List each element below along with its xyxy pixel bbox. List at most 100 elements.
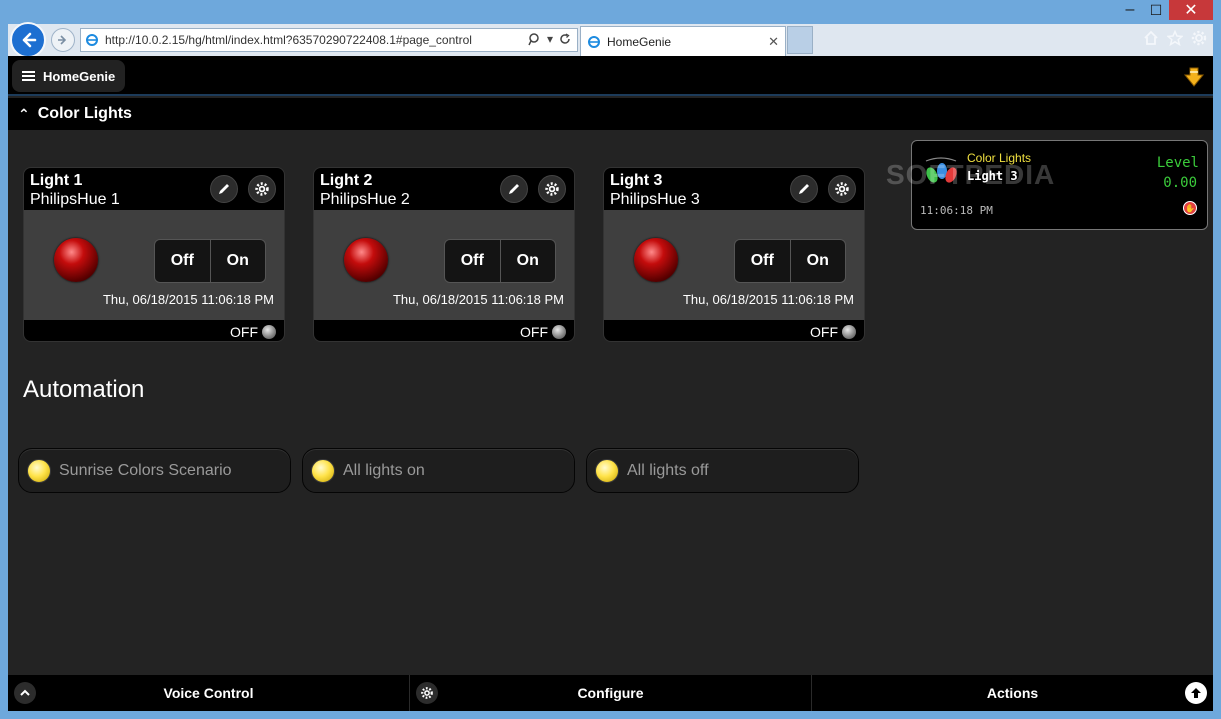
address-bar[interactable]: http://10.0.2.15/hg/html/index.html?6357… — [80, 28, 578, 52]
actions-button[interactable]: Actions — [812, 675, 1213, 711]
module-body: Off On Thu, 06/18/2015 11:06:18 PM — [604, 210, 864, 320]
maximize-icon[interactable]: ☐ — [1143, 0, 1169, 20]
edit-button[interactable] — [210, 175, 238, 203]
home-icon[interactable] — [1143, 30, 1159, 46]
new-tab-button[interactable] — [787, 26, 813, 54]
voice-control-button[interactable]: Voice Control — [8, 675, 410, 711]
configure-button[interactable]: Configure — [410, 675, 812, 711]
tab-close-icon[interactable]: ✕ — [768, 34, 779, 50]
module-card: Light 2 PhilipsHue 2 Off On Thu, 06/18/2… — [313, 167, 575, 342]
forward-button[interactable] — [51, 28, 75, 52]
ie-logo-icon — [86, 34, 98, 46]
on-button[interactable]: On — [789, 240, 845, 282]
on-off-switch: Off On — [734, 239, 846, 283]
back-button[interactable] — [10, 22, 46, 58]
on-off-switch: Off On — [444, 239, 556, 283]
ie-logo-icon — [588, 35, 600, 48]
arrow-up-icon — [1185, 682, 1207, 704]
hamburger-icon — [22, 71, 35, 81]
off-button[interactable]: Off — [735, 240, 790, 282]
configure-label: Configure — [577, 685, 644, 701]
module-footer: OFF — [24, 320, 284, 341]
browser-toolbar-icons — [1143, 30, 1207, 46]
module-timestamp: Thu, 06/18/2015 11:06:18 PM — [682, 292, 854, 307]
url-text: http://10.0.2.15/hg/html/index.html?6357… — [105, 33, 472, 47]
browser-tab[interactable]: HomeGenie ✕ — [580, 26, 786, 56]
program-label: All lights on — [343, 461, 425, 479]
module-footer: OFF — [604, 320, 864, 341]
footer-bar: Voice Control Configure Actions — [8, 675, 1213, 711]
program-label: Sunrise Colors Scenario — [59, 461, 232, 479]
light-status-led — [54, 238, 98, 282]
window-controls: – ☐ ✕ — [1117, 0, 1213, 20]
color-bulbs-icon — [925, 157, 957, 183]
main-menu-button[interactable]: HomeGenie — [12, 60, 126, 92]
pencil-icon — [799, 184, 809, 194]
pencil-icon — [219, 184, 229, 194]
refresh-icon[interactable] — [559, 33, 571, 45]
actions-label: Actions — [986, 685, 1039, 701]
on-off-switch: Off On — [154, 239, 266, 283]
status-text: OFF — [230, 323, 258, 340]
module-name: Light 2 — [320, 172, 373, 189]
bulb-icon — [27, 458, 51, 483]
settings-gear-icon[interactable] — [1191, 30, 1207, 46]
settings-button[interactable] — [538, 175, 566, 203]
module-card: Light 3 PhilipsHue 3 Off On Thu, 06/18/2… — [603, 167, 865, 342]
group-title: Color Lights — [37, 105, 132, 122]
off-button[interactable]: Off — [445, 240, 500, 282]
edit-button[interactable] — [500, 175, 528, 203]
program-button[interactable]: Sunrise Colors Scenario — [18, 448, 291, 493]
popup-module-name: Light 3 — [967, 169, 1018, 183]
popup-group-name: Color Lights — [967, 151, 1032, 165]
module-footer: OFF — [314, 320, 574, 341]
popup-level-label: Level — [1156, 155, 1199, 171]
close-window-icon[interactable]: ✕ — [1169, 0, 1213, 20]
program-label: All lights off — [627, 461, 709, 479]
search-icon[interactable] — [528, 32, 541, 46]
popup-timestamp: 11:06:18 PM — [920, 204, 993, 217]
minimize-icon[interactable]: – — [1117, 0, 1143, 20]
status-text: OFF — [520, 323, 548, 340]
arrow-left-icon — [22, 32, 37, 48]
update-download-icon[interactable] — [1183, 66, 1205, 88]
module-description: PhilipsHue 2 — [320, 191, 410, 208]
popup-level-value: 0.00 — [1163, 175, 1197, 191]
pencil-icon — [509, 184, 519, 194]
module-name: Light 1 — [30, 172, 83, 189]
group-header[interactable]: ⌃ Color Lights — [8, 98, 1213, 130]
module-popup: Color Lights Light 3 Level 0.00 11:06:18… — [911, 140, 1208, 230]
status-dot-icon — [262, 324, 276, 339]
gear-icon — [835, 182, 849, 196]
status-text: OFF — [810, 323, 838, 340]
app-header: HomeGenie — [8, 56, 1213, 96]
module-name: Light 3 — [610, 172, 663, 189]
module-timestamp: Thu, 06/18/2015 11:06:18 PM — [102, 292, 274, 307]
light-status-led — [634, 238, 678, 282]
on-button[interactable]: On — [209, 240, 265, 282]
module-header: Light 3 PhilipsHue 3 — [604, 168, 864, 210]
program-button[interactable]: All lights off — [586, 448, 859, 493]
star-icon[interactable] — [1167, 30, 1183, 46]
browser-window: – ☐ ✕ http://10.0.2.15/hg/html/index.htm… — [0, 0, 1221, 719]
module-card: Light 1 PhilipsHue 1 Off On Thu, 06/18/2… — [23, 167, 285, 342]
module-timestamp: Thu, 06/18/2015 11:06:18 PM — [392, 292, 564, 307]
chevron-up-icon — [14, 682, 36, 704]
program-button[interactable]: All lights on — [302, 448, 575, 493]
stop-hand-icon[interactable]: ✋ — [1183, 201, 1197, 215]
status-dot-icon — [842, 324, 856, 339]
address-actions: ▾ — [528, 32, 571, 46]
module-header: Light 1 PhilipsHue 1 — [24, 168, 284, 210]
settings-button[interactable] — [248, 175, 276, 203]
on-button[interactable]: On — [499, 240, 555, 282]
off-button[interactable]: Off — [155, 240, 210, 282]
edit-button[interactable] — [790, 175, 818, 203]
arrow-right-icon — [58, 35, 67, 45]
dropdown-arrow-icon[interactable]: ▾ — [547, 32, 553, 46]
module-body: Off On Thu, 06/18/2015 11:06:18 PM — [24, 210, 284, 320]
bulb-icon — [595, 458, 619, 483]
voice-control-label: Voice Control — [163, 685, 254, 701]
settings-button[interactable] — [828, 175, 856, 203]
chevron-up-icon: ⌃ — [18, 105, 30, 122]
module-description: PhilipsHue 3 — [610, 191, 700, 208]
